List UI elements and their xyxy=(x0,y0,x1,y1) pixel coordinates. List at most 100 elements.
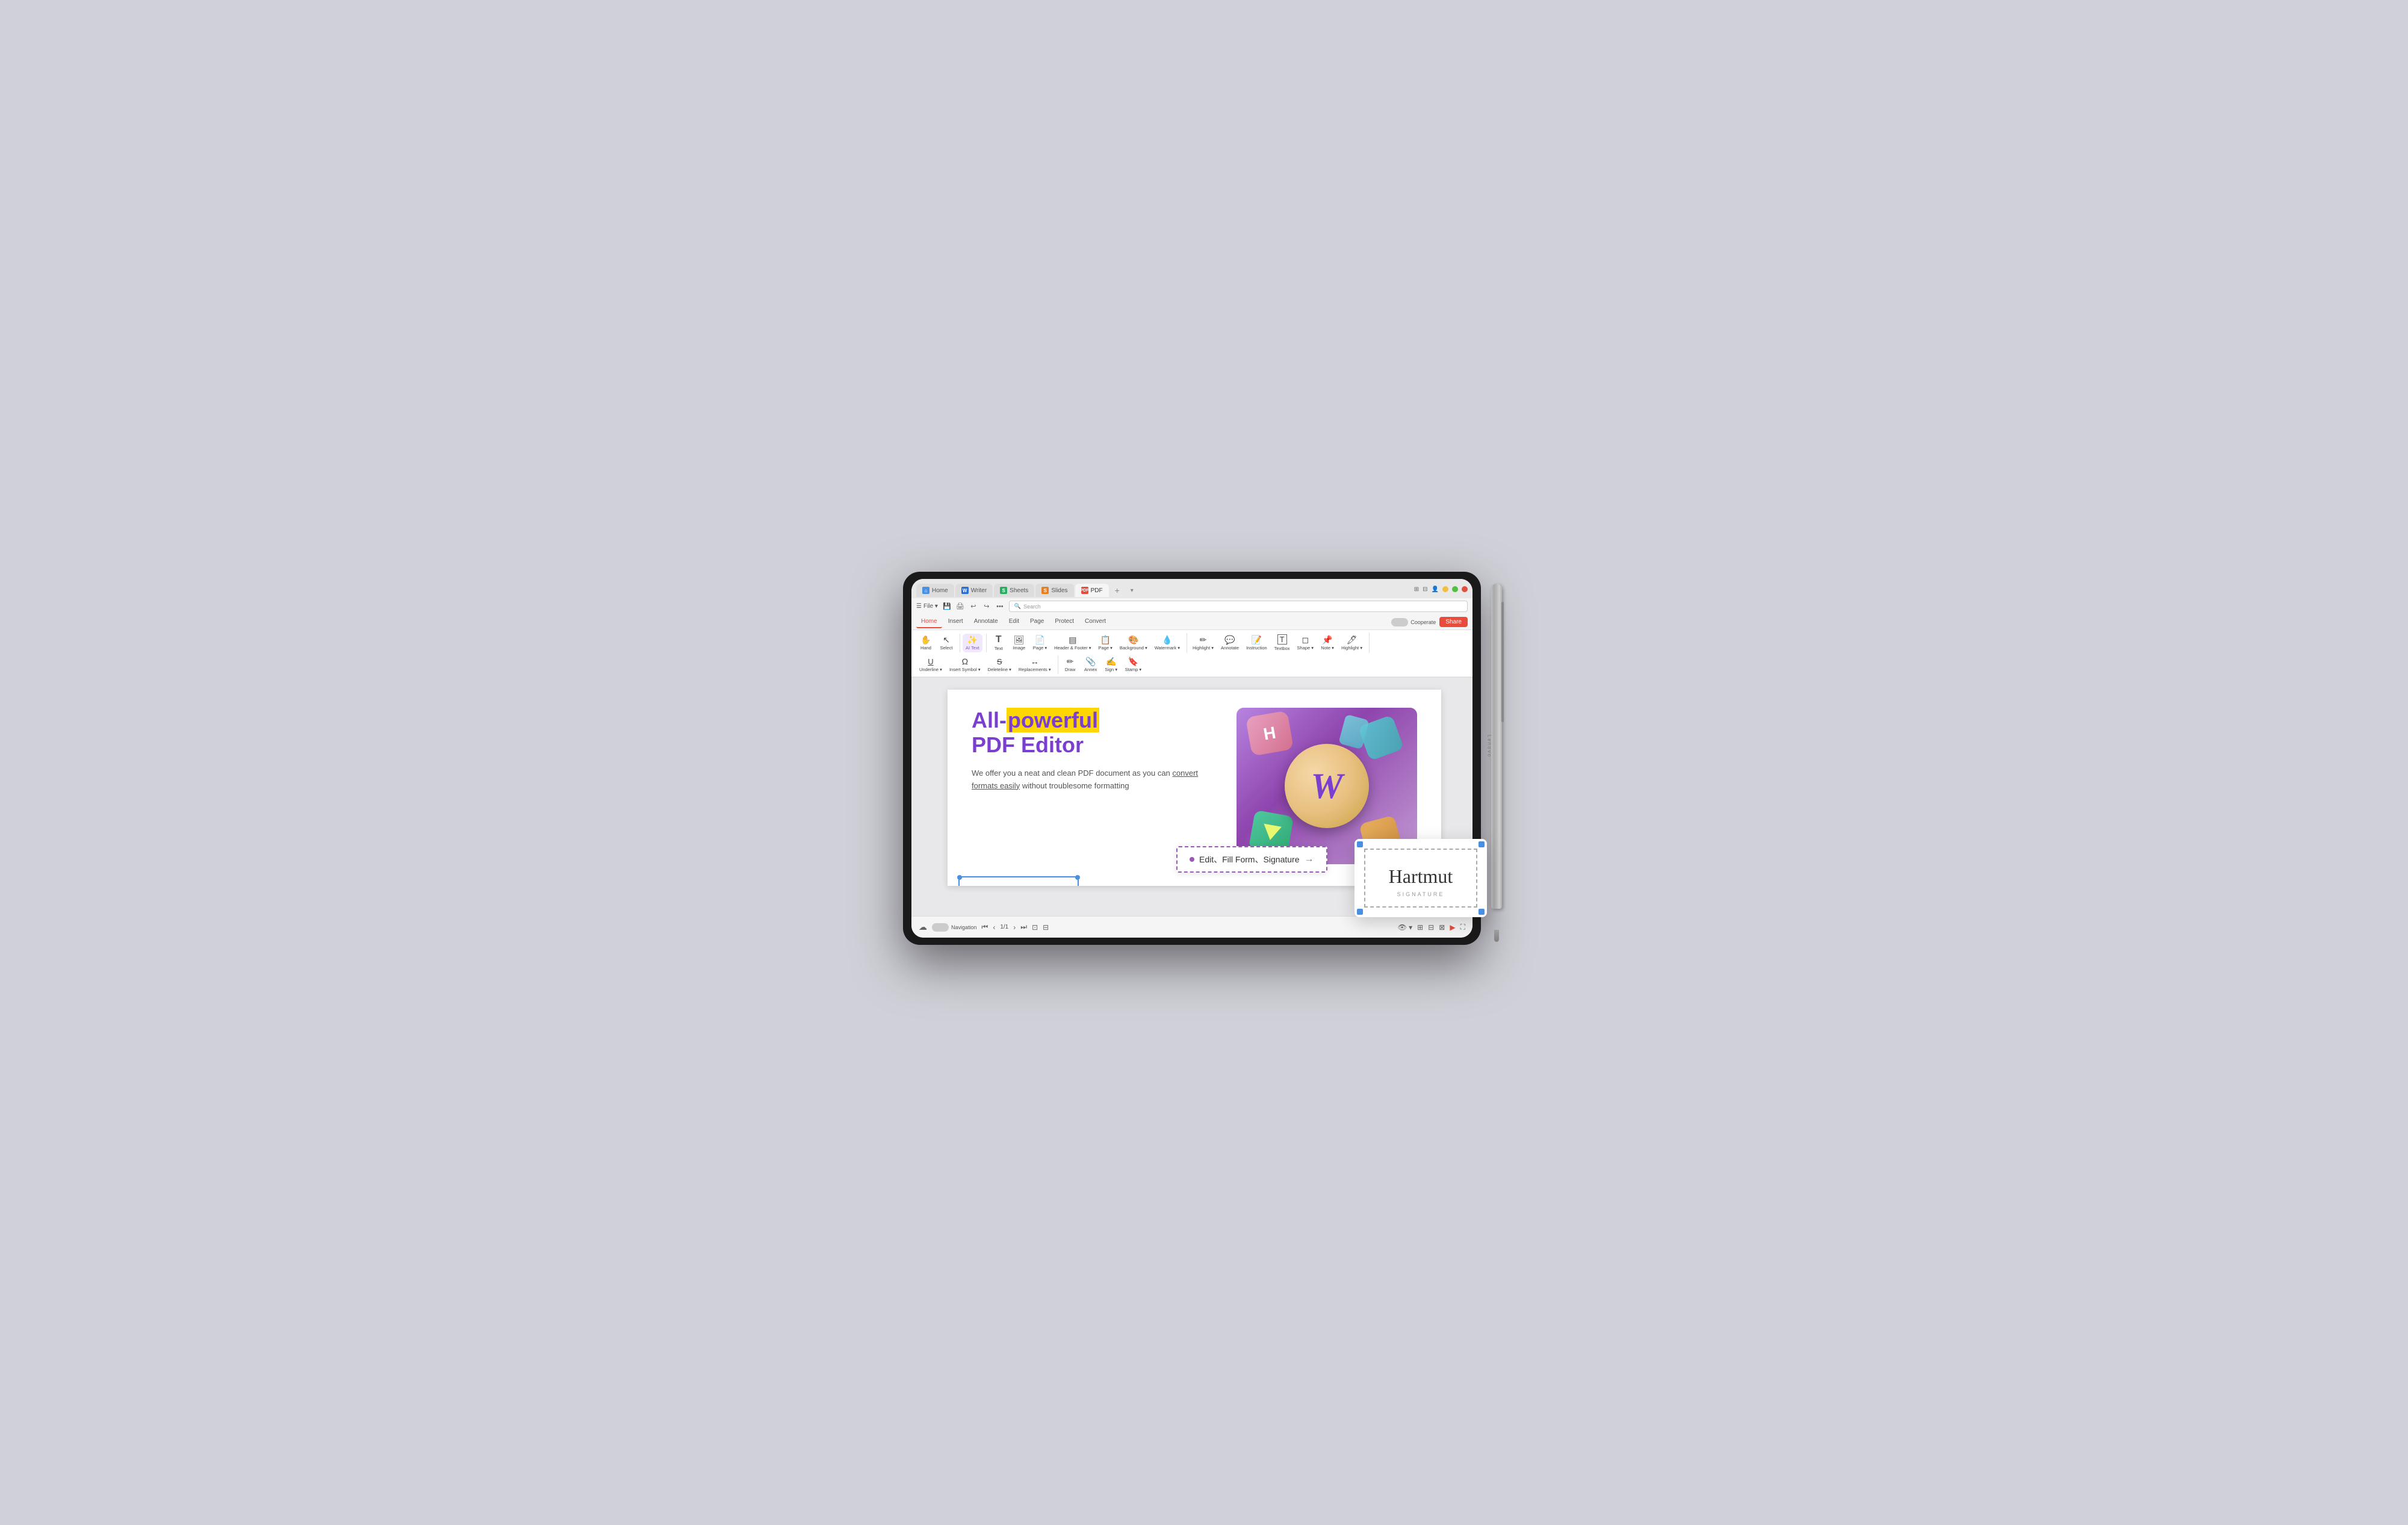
deleteline-tool[interactable]: S Deleteline ▾ xyxy=(985,656,1014,674)
annotate-tool[interactable]: 💬 Annotate xyxy=(1218,634,1242,652)
page-icon: 📄 xyxy=(1035,636,1045,644)
select-tool[interactable]: ↖ Select xyxy=(937,634,956,652)
text-icon: T xyxy=(996,635,1002,645)
textbox-tool[interactable]: T Textbox xyxy=(1271,633,1293,653)
instruction-tool[interactable]: 📝 Instruction xyxy=(1243,634,1270,652)
navigation-toggle[interactable] xyxy=(932,923,949,932)
hamburger-icon: ☰ xyxy=(916,603,922,610)
maximize-button[interactable] xyxy=(1452,586,1458,592)
deleteline-icon: S xyxy=(997,658,1002,666)
tool-group-draw: ✏ Draw 📎 Annex ✍ Sign ▾ xyxy=(1061,655,1149,674)
tab-menu-button[interactable]: ▾ xyxy=(1126,584,1138,597)
hand-icon: ✋ xyxy=(920,636,931,644)
image-tool[interactable]: 🖼 Image xyxy=(1010,634,1029,652)
page2-tool[interactable]: 📋 Page ▾ xyxy=(1095,634,1115,652)
navigation-label: Navigation xyxy=(951,924,977,930)
fullscreen-icon[interactable]: ⛶ xyxy=(1460,923,1465,932)
close-button[interactable] xyxy=(1462,586,1468,592)
eye-icon[interactable]: 👁 ▾ xyxy=(1398,923,1413,932)
sidebar-toggle-icon[interactable]: ⊞ xyxy=(1414,586,1419,593)
nav-last-btn[interactable]: ⏭ xyxy=(1020,923,1027,932)
nav-next-btn[interactable]: › xyxy=(1013,923,1016,932)
cloud-icon[interactable]: ☁ xyxy=(919,922,927,932)
tab-home[interactable]: ⌂ Home xyxy=(916,584,954,597)
nav-annotate-label: Annotate xyxy=(974,618,998,625)
lenovo-brand-text: Lenovo xyxy=(1486,735,1492,758)
fit-width-icon[interactable]: ⊟ xyxy=(1043,923,1049,932)
handle-top-right[interactable] xyxy=(1075,875,1080,880)
undo-icon[interactable]: ↩ xyxy=(968,601,979,612)
sheets-tab-label: Sheets xyxy=(1010,587,1028,594)
handle-top-left[interactable] xyxy=(957,875,962,880)
search-box: 🔍 Search xyxy=(1009,601,1468,612)
nav-edit[interactable]: Edit xyxy=(1004,616,1024,628)
nav-first-btn[interactable]: ⏮ xyxy=(982,923,988,932)
tool-group-ai: ✨ AI Text xyxy=(963,634,987,652)
insert-symbol-tool[interactable]: Ω Insert Symbol ▾ xyxy=(946,655,984,674)
split-view2-icon[interactable]: ⊠ xyxy=(1439,923,1445,932)
video-icon[interactable]: ▶ xyxy=(1450,923,1455,932)
fit-screen-icon[interactable]: ⊞ xyxy=(1417,923,1423,932)
more-icon[interactable]: ••• xyxy=(995,601,1005,612)
shape-tool[interactable]: ◻ Shape ▾ xyxy=(1294,634,1317,652)
tab-pdf[interactable]: PDF PDF xyxy=(1075,584,1109,597)
text-tool[interactable]: T Text xyxy=(989,633,1008,653)
draw-tool[interactable]: ✏ Draw xyxy=(1061,655,1080,674)
sig-card-handle-bl[interactable] xyxy=(1357,909,1363,915)
highlight2-icon: 🖊 xyxy=(1347,636,1358,644)
annex-tool[interactable]: 📎 Annex xyxy=(1081,655,1100,674)
page-tool[interactable]: 📄 Page ▾ xyxy=(1030,634,1050,652)
highlight2-tool[interactable]: 🖊 Highlight ▾ xyxy=(1338,634,1365,652)
split-view-icon[interactable]: ⊟ xyxy=(1428,923,1434,932)
save-icon[interactable]: 💾 xyxy=(942,601,952,612)
underline-tool[interactable]: U Underline ▾ xyxy=(916,656,945,674)
fit-page-icon[interactable]: ⊡ xyxy=(1032,923,1038,932)
sig-card-handle-br[interactable] xyxy=(1479,909,1485,915)
print-icon[interactable]: 🖨 xyxy=(955,601,966,612)
minimize-button[interactable] xyxy=(1442,586,1448,592)
replacements-icon: ↔ xyxy=(1031,657,1039,666)
background-icon: 🎨 xyxy=(1128,636,1138,644)
nav-protect[interactable]: Protect xyxy=(1050,616,1079,628)
tab-writer[interactable]: W Writer xyxy=(955,584,993,597)
stamp-tool[interactable]: 🔖 Stamp ▾ xyxy=(1122,655,1145,674)
tab-sheets[interactable]: S Sheets xyxy=(994,584,1034,597)
tab-add-button[interactable]: + xyxy=(1110,583,1125,598)
hand-tool[interactable]: ✋ Hand xyxy=(916,634,936,652)
tab-slides[interactable]: S Slides xyxy=(1035,584,1073,597)
watermark-tool[interactable]: 💧 Watermark ▾ xyxy=(1152,634,1183,652)
cooperate-track xyxy=(1391,618,1408,626)
nav-insert[interactable]: Insert xyxy=(943,616,968,628)
search-label: Search xyxy=(1023,604,1041,610)
redo-icon[interactable]: ↪ xyxy=(981,601,992,612)
nav-prev-btn[interactable]: ‹ xyxy=(993,923,995,932)
highlight-tool[interactable]: ✏ Highlight ▾ xyxy=(1190,634,1217,652)
navigation-status: Navigation xyxy=(932,923,977,932)
share-button[interactable]: Share xyxy=(1439,617,1468,627)
title-part1: All- xyxy=(972,708,1007,732)
underline-text: convert formats easily xyxy=(972,769,1198,790)
nav-convert[interactable]: Convert xyxy=(1080,616,1111,628)
image-icon: 🖼 xyxy=(1014,636,1025,644)
sig-card-handle-tr[interactable] xyxy=(1479,841,1485,847)
stylus: Lenovo xyxy=(1488,584,1505,933)
page2-icon: 📋 xyxy=(1100,636,1110,644)
grid-view-icon[interactable]: ⊟ xyxy=(1423,586,1427,593)
sign-tool[interactable]: ✍ Sign ▾ xyxy=(1102,655,1121,674)
sig-card-handle-tl[interactable] xyxy=(1357,841,1363,847)
header-footer-tool[interactable]: ▤ Header & Footer ▾ xyxy=(1051,634,1094,652)
menu-button[interactable]: ☰ File ▾ xyxy=(916,603,938,610)
wps-w-logo: W xyxy=(1311,766,1342,807)
nav-page-label: Page xyxy=(1030,618,1044,625)
nav-annotate[interactable]: Annotate xyxy=(969,616,1003,628)
background-tool[interactable]: 🎨 Background ▾ xyxy=(1117,634,1150,652)
ai-text-tool[interactable]: ✨ AI Text xyxy=(963,634,982,652)
hand-label: Hand xyxy=(920,645,931,651)
replacements-tool[interactable]: ↔ Replacements ▾ xyxy=(1016,655,1054,674)
note-tool[interactable]: 📌 Note ▾ xyxy=(1318,634,1337,652)
wps-coin: W xyxy=(1285,744,1369,828)
nav-home[interactable]: Home xyxy=(916,616,942,628)
cooperate-toggle[interactable]: Cooperate xyxy=(1391,618,1436,626)
nav-page[interactable]: Page xyxy=(1025,616,1049,628)
user-icon[interactable]: 👤 xyxy=(1432,586,1439,593)
